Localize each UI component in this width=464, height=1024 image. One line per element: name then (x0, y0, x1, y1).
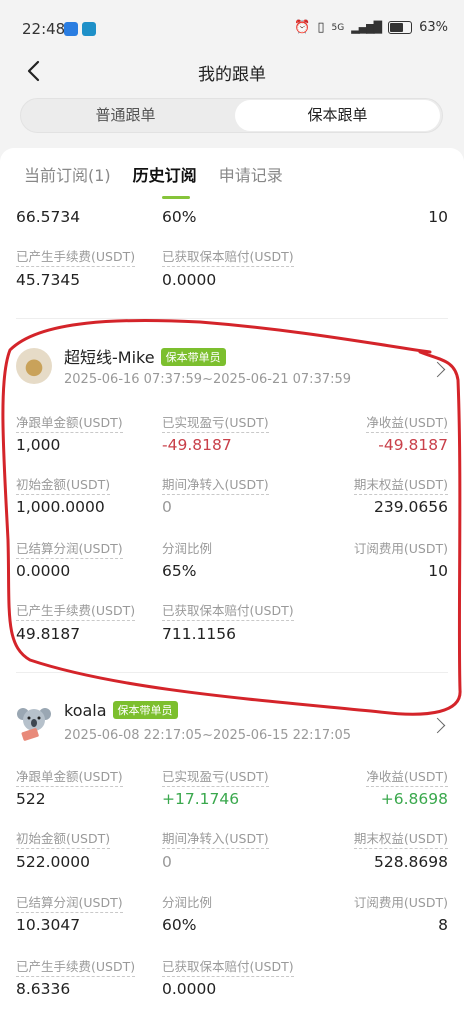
value: +17.1746 (162, 790, 240, 808)
signal-icon: ▂▄▆█ (351, 21, 382, 34)
subtab-history[interactable]: 历史订阅 (133, 162, 197, 186)
label: 分润比例 (162, 541, 213, 556)
value: 8 (438, 916, 448, 934)
value: 10 (428, 562, 448, 580)
value: 0.0000 (16, 562, 71, 580)
label: 初始金额(USDT) (16, 474, 111, 495)
chevron-right-icon[interactable] (429, 717, 446, 734)
koala-avatar-icon (17, 708, 51, 741)
battery-percent: 63% (419, 20, 448, 35)
content-panel: 当前订阅(1) 历史订阅 申请记录 66.5734 60% 10 已产生手续费(… (0, 148, 464, 1024)
value: +6.8698 (380, 790, 448, 808)
value: -49.8187 (162, 436, 232, 454)
vibrate-icon: ▯ (317, 20, 325, 35)
status-time: 22:48 (22, 20, 66, 38)
value: 10.3047 (16, 916, 81, 934)
card-divider (16, 318, 448, 319)
value: 60% (162, 208, 197, 226)
label: 期末权益(USDT) (353, 828, 448, 849)
card-divider (16, 672, 448, 673)
subtab-bar: 当前订阅(1) 历史订阅 申请记录 (24, 162, 305, 186)
label: 已实现盈亏(USDT) (162, 412, 269, 433)
value: 528.8698 (374, 853, 448, 871)
value: 1,000 (16, 436, 61, 454)
value: 711.1156 (162, 625, 236, 643)
value: 522 (16, 790, 46, 808)
subtab-applications[interactable]: 申请记录 (219, 162, 283, 186)
protected-trader-badge: 保本带单员 (160, 348, 226, 366)
value: 239.0656 (374, 498, 448, 516)
value: 49.8187 (16, 625, 81, 643)
segment-tab-principal-protected[interactable]: 保本跟单 (235, 100, 440, 131)
label: 期间净转入(USDT) (162, 474, 269, 495)
value-compensation: 0.0000 (162, 271, 217, 289)
label: 分润比例 (162, 895, 213, 910)
label-compensation: 已获取保本赔付(USDT) (162, 246, 294, 267)
chevron-right-icon[interactable] (429, 361, 446, 378)
label: 已获取保本赔付(USDT) (162, 956, 294, 977)
trader-name: 超短线-Mike 保本带单员 (64, 344, 226, 368)
label: 已产生手续费(USDT) (16, 956, 136, 977)
label: 净跟单金额(USDT) (16, 412, 123, 433)
label: 已产生手续费(USDT) (16, 600, 136, 621)
battery-icon (388, 21, 413, 34)
trader-name: koala 保本带单员 (64, 701, 178, 720)
label: 已获取保本赔付(USDT) (162, 600, 294, 621)
trader-name-text: koala (64, 701, 107, 720)
app-notification-icon (64, 22, 78, 36)
avatar (16, 348, 52, 384)
segment-control: 普通跟单 保本跟单 (20, 98, 443, 133)
status-icons: ⏰ ▯ 5G ▂▄▆█ 63% (294, 20, 448, 35)
value: 0 (162, 498, 172, 516)
value: 1,000.0000 (16, 498, 105, 516)
subscription-period: 2025-06-08 22:17:05~2025-06-15 22:17:05 (64, 728, 352, 743)
label: 订阅费用(USDT) (353, 541, 448, 556)
label: 净收益(USDT) (366, 766, 448, 787)
label: 已结算分润(USDT) (16, 892, 123, 913)
label: 净跟单金额(USDT) (16, 766, 123, 787)
value-fees: 45.7345 (16, 271, 81, 289)
protected-trader-badge: 保本带单员 (112, 701, 178, 719)
label: 初始金额(USDT) (16, 828, 111, 849)
label: 净收益(USDT) (366, 412, 448, 433)
label: 期末权益(USDT) (353, 474, 448, 495)
signal-label: 5G (331, 22, 345, 33)
value: 60% (162, 916, 197, 934)
subtab-active-indicator (162, 196, 190, 199)
label: 已结算分润(USDT) (16, 538, 123, 559)
label: 已实现盈亏(USDT) (162, 766, 269, 787)
segment-tab-normal[interactable]: 普通跟单 (23, 100, 228, 131)
trader-name-text: 超短线-Mike (64, 348, 155, 367)
value: 10 (428, 208, 448, 226)
label-fees: 已产生手续费(USDT) (16, 246, 136, 267)
value: 8.6336 (16, 980, 71, 998)
label: 订阅费用(USDT) (353, 895, 448, 910)
subtab-current[interactable]: 当前订阅(1) (24, 162, 111, 186)
value: 66.5734 (16, 208, 81, 226)
app-notification-icon-2 (82, 22, 96, 36)
value: 65% (162, 562, 197, 580)
subscription-period: 2025-06-16 07:37:59~2025-06-21 07:37:59 (64, 372, 352, 387)
page-header: 我的跟单 (0, 50, 464, 94)
value: 0.0000 (162, 980, 217, 998)
label: 期间净转入(USDT) (162, 828, 269, 849)
value: 0 (162, 853, 172, 871)
alarm-icon: ⏰ (294, 20, 311, 35)
value: -49.8187 (378, 436, 448, 454)
page-title: 我的跟单 (198, 65, 266, 85)
value: 522.0000 (16, 853, 90, 871)
